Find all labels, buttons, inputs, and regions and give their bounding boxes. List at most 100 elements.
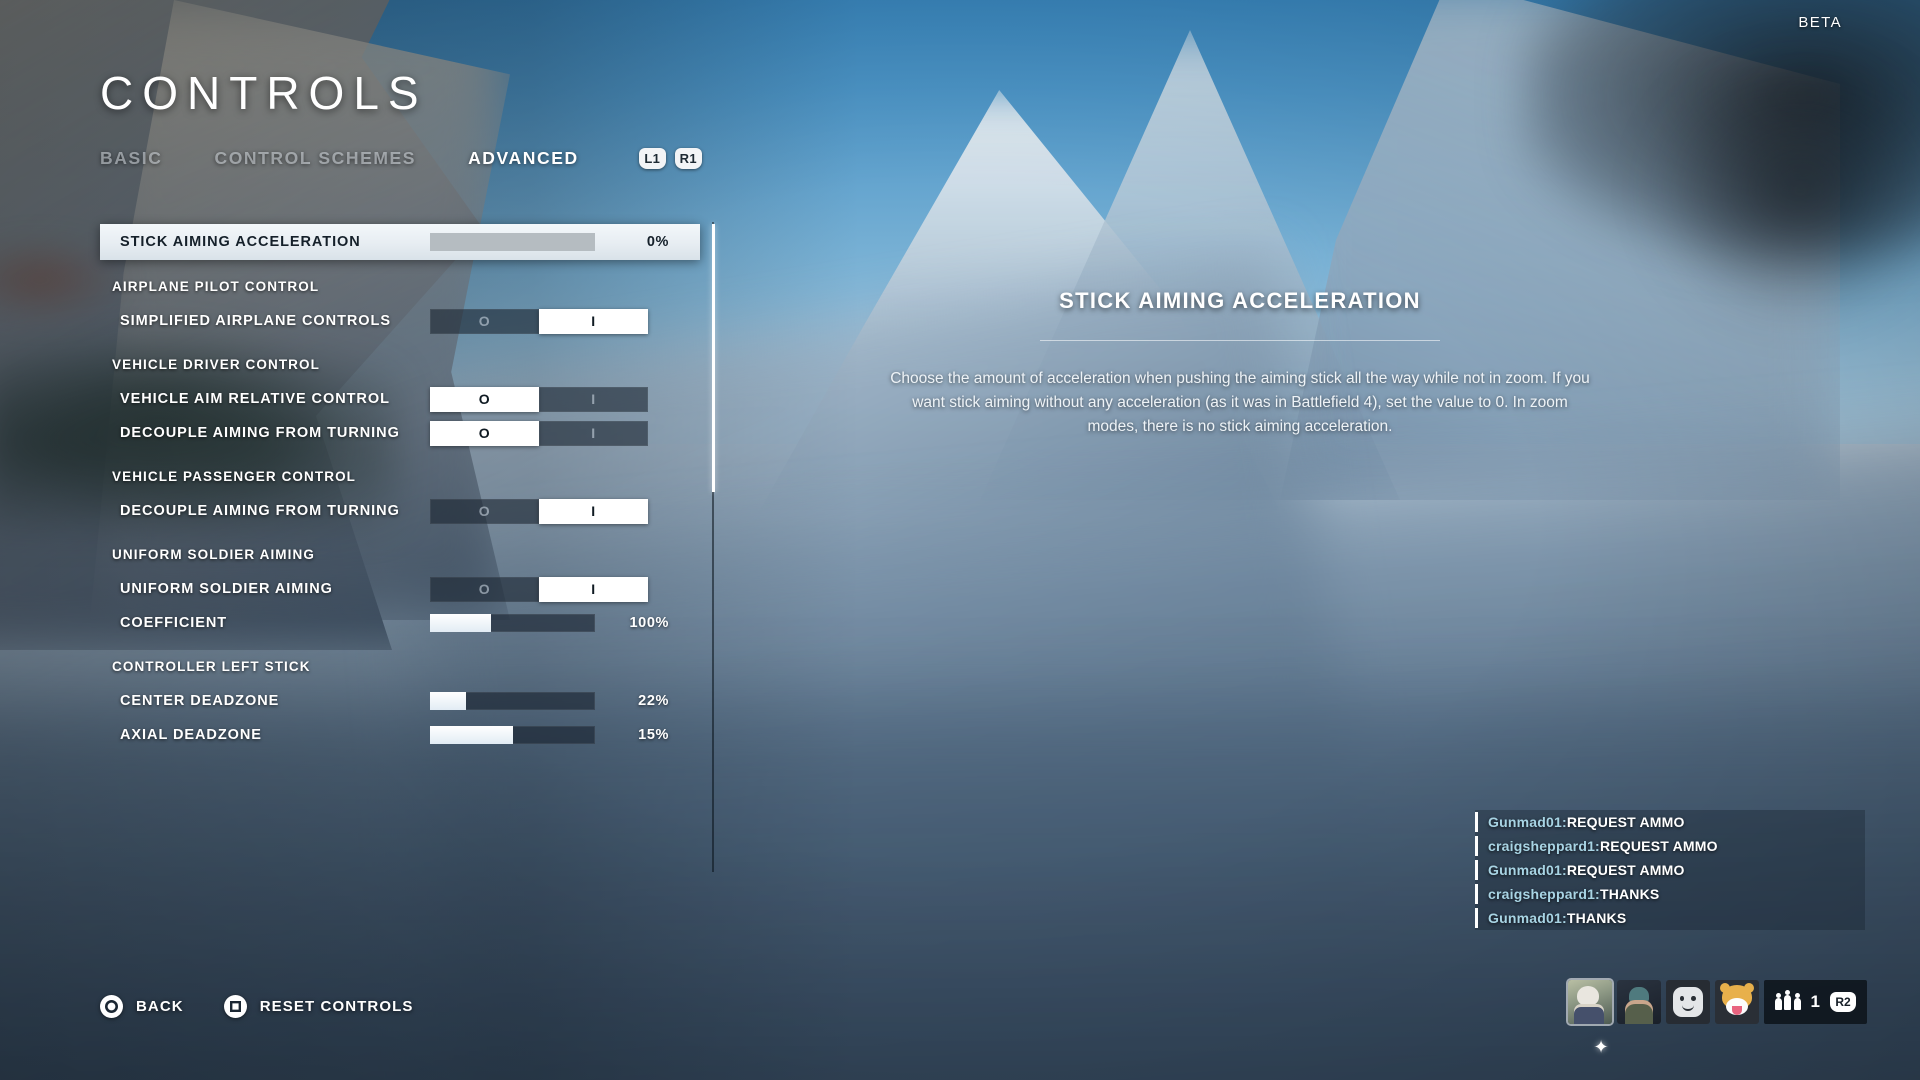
slider-fill: [430, 692, 466, 710]
chat-message: THANKS: [1567, 910, 1627, 926]
setting-row-slider[interactable]: AXIAL DEADZONE 15%: [100, 718, 700, 752]
settings-list: STICK AIMING ACCELERATION 0% AIRPLANE PILO…: [100, 224, 700, 752]
toggle-control[interactable]: OI: [430, 499, 648, 524]
avatar-tiger[interactable]: [1715, 980, 1759, 1024]
settings-group-header: UNIFORM SOLDIER AIMING: [100, 536, 700, 572]
chat-username: craigsheppard1:: [1488, 838, 1600, 854]
chat-line: Gunmad01:THANKS: [1475, 906, 1865, 930]
list-scrollbar-track[interactable]: [712, 222, 714, 872]
setting-label: AXIAL DEADZONE: [120, 727, 430, 743]
avatar-scientist[interactable]: [1568, 980, 1612, 1024]
squad-people-icon: [1775, 995, 1801, 1010]
smiley-icon: [1673, 987, 1703, 1017]
setting-label: COEFFICIENT: [120, 615, 430, 631]
toggle-control[interactable]: OI: [430, 421, 648, 446]
setting-label: VEHICLE AIM RELATIVE CONTROL: [120, 391, 430, 407]
back-button-label: BACK: [136, 998, 184, 1015]
setting-row-toggle[interactable]: SIMPLIFIED AIRPLANE CONTROLSOI: [100, 304, 700, 338]
setting-label: SIMPLIFIED AIRPLANE CONTROLS: [120, 313, 430, 329]
setting-row-slider[interactable]: COEFFICIENT 100%: [100, 606, 700, 640]
slider-track[interactable]: [430, 726, 595, 744]
chat-log: Gunmad01:REQUEST AMMOcraigsheppard1:REQU…: [1475, 810, 1865, 930]
back-button[interactable]: BACK: [100, 995, 184, 1018]
toggle-option-off[interactable]: O: [430, 577, 539, 602]
toggle-option-off[interactable]: O: [430, 309, 539, 334]
toggle-option-on[interactable]: I: [539, 499, 648, 524]
slider-value: 0%: [611, 234, 669, 250]
r1-bumper-icon[interactable]: R1: [675, 148, 702, 169]
slider-value: 100%: [611, 615, 669, 631]
slider-value: 15%: [611, 727, 669, 743]
toggle-option-off[interactable]: O: [430, 499, 539, 524]
toggle-control[interactable]: OI: [430, 387, 648, 412]
l1-bumper-icon[interactable]: L1: [639, 148, 666, 169]
page-title: CONTROLS: [100, 66, 428, 120]
toggle-control[interactable]: OI: [430, 577, 648, 602]
toggle-option-on[interactable]: I: [539, 577, 648, 602]
chat-line: Gunmad01:REQUEST AMMO: [1475, 858, 1865, 882]
squad-count: 1: [1811, 992, 1820, 1012]
setting-label: DECOUPLE AIMING FROM TURNING: [120, 503, 430, 519]
setting-row-slider[interactable]: CENTER DEADZONE 22%: [100, 684, 700, 718]
chat-message: REQUEST AMMO: [1567, 862, 1685, 878]
tiger-icon: [1719, 985, 1755, 1019]
toggle-option-on[interactable]: I: [539, 421, 648, 446]
chat-line: Gunmad01:REQUEST AMMO: [1475, 810, 1865, 834]
chat-username: Gunmad01:: [1488, 910, 1567, 926]
tab-bar: BASIC CONTROL SCHEMES ADVANCED L1 R1: [100, 148, 702, 169]
detail-panel: STICK AIMING ACCELERATION Choose the amo…: [880, 288, 1600, 439]
settings-group-header: VEHICLE DRIVER CONTROL: [100, 346, 700, 382]
game-settings-screen: BETA CONTROLS BASIC CONTROL SCHEMES ADVA…: [0, 0, 1920, 1080]
slider-control[interactable]: 22%: [430, 692, 669, 710]
list-scrollbar-thumb[interactable]: [712, 224, 715, 492]
bumper-hints: L1 R1: [639, 148, 702, 169]
tab-basic[interactable]: BASIC: [100, 148, 162, 169]
toggle-option-off[interactable]: O: [430, 387, 539, 412]
setting-label: DECOUPLE AIMING FROM TURNING: [120, 425, 430, 441]
avatar-smiley[interactable]: [1666, 980, 1710, 1024]
settings-group-header: AIRPLANE PILOT CONTROL: [100, 268, 700, 304]
beta-badge: BETA: [1798, 14, 1842, 31]
tab-advanced[interactable]: ADVANCED: [468, 148, 579, 169]
slider-control[interactable]: 0%: [430, 233, 669, 251]
setting-row-toggle[interactable]: UNIFORM SOLDIER AIMINGOI: [100, 572, 700, 606]
reset-controls-button[interactable]: RESET CONTROLS: [224, 995, 414, 1018]
slider-control[interactable]: 100%: [430, 614, 669, 632]
setting-label: UNIFORM SOLDIER AIMING: [120, 581, 430, 597]
setting-label: STICK AIMING ACCELERATION: [120, 234, 430, 250]
chat-line: craigsheppard1:THANKS: [1475, 882, 1865, 906]
slider-value: 22%: [611, 693, 669, 709]
chat-line: craigsheppard1:REQUEST AMMO: [1475, 834, 1865, 858]
circle-button-icon: [100, 995, 123, 1018]
slider-track[interactable]: [430, 692, 595, 710]
slider-track[interactable]: [430, 233, 595, 251]
r2-button-icon[interactable]: R2: [1830, 992, 1856, 1012]
chat-message: REQUEST AMMO: [1600, 838, 1718, 854]
setting-row-toggle[interactable]: VEHICLE AIM RELATIVE CONTROLOI: [100, 382, 700, 416]
setting-row-slider[interactable]: STICK AIMING ACCELERATION 0%: [100, 224, 700, 260]
chat-message: REQUEST AMMO: [1567, 814, 1685, 830]
squad-info[interactable]: 1 R2: [1764, 980, 1867, 1024]
tab-control-schemes[interactable]: CONTROL SCHEMES: [214, 148, 416, 169]
reset-controls-label: RESET CONTROLS: [260, 998, 414, 1015]
setting-row-toggle[interactable]: DECOUPLE AIMING FROM TURNINGOI: [100, 416, 700, 450]
detail-title: STICK AIMING ACCELERATION: [880, 288, 1600, 314]
slider-track[interactable]: [430, 614, 595, 632]
square-button-icon: [224, 995, 247, 1018]
slider-control[interactable]: 15%: [430, 726, 669, 744]
settings-group-header: VEHICLE PASSENGER CONTROL: [100, 458, 700, 494]
avatar-soldier[interactable]: [1617, 980, 1661, 1024]
toggle-option-off[interactable]: O: [430, 421, 539, 446]
toggle-option-on[interactable]: I: [539, 309, 648, 334]
setting-row-toggle[interactable]: DECOUPLE AIMING FROM TURNINGOI: [100, 494, 700, 528]
slider-fill: [430, 726, 513, 744]
settings-group-header: CONTROLLER LEFT STICK: [100, 648, 700, 684]
squad-bar: 1 R2: [1568, 980, 1867, 1024]
toggle-control[interactable]: OI: [430, 309, 648, 334]
chat-username: craigsheppard1:: [1488, 886, 1600, 902]
toggle-option-on[interactable]: I: [539, 387, 648, 412]
chat-message: THANKS: [1600, 886, 1660, 902]
chat-username: Gunmad01:: [1488, 862, 1567, 878]
detail-description: Choose the amount of acceleration when p…: [880, 367, 1600, 439]
setting-label: CENTER DEADZONE: [120, 693, 430, 709]
